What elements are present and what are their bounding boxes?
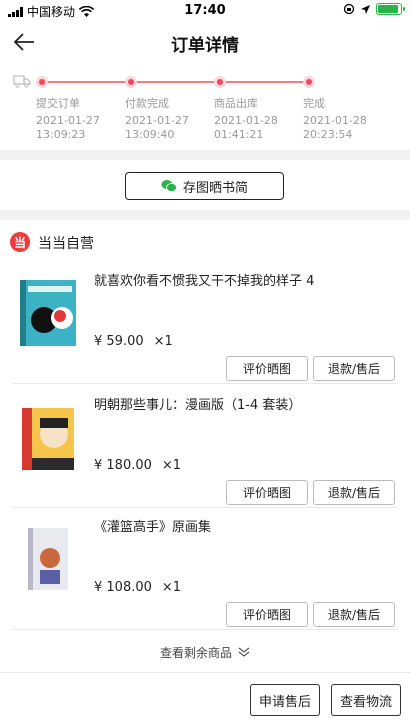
step-timestamp: 2021-01-28 20:23:54 [303,114,367,141]
item-quantity: ×1 [161,580,182,595]
save-image-label: 存图晒书简 [182,180,248,196]
review-button[interactable]: 评价晒图 [226,356,308,381]
book-cover-image[interactable] [16,522,80,596]
rotation-lock-icon [343,3,355,15]
item-divider [12,629,398,630]
refund-button[interactable]: 退款/售后 [313,480,395,505]
double-chevron-down-icon [238,647,250,657]
step-dot [303,76,315,88]
status-right [343,3,405,15]
item-title[interactable]: 《灌篮高手》原画集 [94,519,394,537]
item-title[interactable]: 就喜欢你看不惯我又干不掉我的样子 4 [94,273,394,291]
step-label: 完成 [303,97,325,110]
step-label: 提交订单 [36,97,80,110]
page-title: 订单详情 [171,36,239,56]
view-more-button[interactable]: 查看剩余商品 [0,636,410,668]
section-divider [0,150,410,160]
review-button[interactable]: 评价晒图 [226,602,308,627]
item-quantity: ×1 [153,334,173,349]
apply-after-sale-button[interactable]: 申请售后 [250,684,320,716]
refund-button[interactable]: 退款/售后 [313,602,395,627]
shop-logo-icon: 当 [10,232,30,252]
step-timestamp: 2021-01-27 13:09:23 [36,114,100,141]
review-button[interactable]: 评价晒图 [226,480,308,505]
nav-bar: 订单详情 [0,22,410,62]
book-cover-image[interactable] [16,400,80,474]
step-dot [36,76,48,88]
order-item: 《灌篮高手》原画集 ¥ 108.00 ×1 评价晒图 退款/售后 [0,508,410,630]
bottom-divider [0,672,410,673]
status-bar: 中国移动 17:40 [0,0,410,22]
item-price: ¥ 108.00 ×1 [94,580,182,595]
step-label: 付款完成 [125,97,169,110]
item-title[interactable]: 明朝那些事儿：漫画版（1-4 套装） [94,397,394,415]
item-price: ¥ 180.00 ×1 [94,458,182,473]
wechat-icon [161,180,177,192]
view-logistics-button[interactable]: 查看物流 [331,684,401,716]
order-progress: 提交订单 付款完成 商品出库 完成 2021-01-27 13:09:23 202… [0,62,410,150]
step-dot [214,76,226,88]
item-divider [12,383,398,384]
location-icon [361,4,370,14]
order-item: 明朝那些事儿：漫画版（1-4 套装） ¥ 180.00 ×1 评价晒图 退款/售后 [0,386,410,508]
step-dot [125,76,137,88]
view-more-label: 查看剩余商品 [159,645,232,660]
order-item: 就喜欢你看不惯我又干不掉我的样子 4 ¥ 59.00 ×1 评价晒图 退款/售后 [0,262,410,384]
battery-icon [376,3,405,15]
book-cover-image[interactable] [16,276,80,350]
section-divider [0,210,410,220]
step-timestamp: 2021-01-27 13:09:40 [125,114,189,141]
truck-icon [13,75,31,88]
share-section: 存图晒书简 [0,160,410,210]
save-image-button[interactable]: 存图晒书简 [125,172,284,200]
item-price: ¥ 59.00 ×1 [94,334,173,349]
item-quantity: ×1 [161,458,182,473]
refund-button[interactable]: 退款/售后 [313,356,395,381]
progress-line [42,81,310,83]
step-label: 商品出库 [214,97,258,110]
shop-header: 当 当当自营 [0,222,410,262]
step-timestamp: 2021-01-28 01:41:21 [214,114,278,141]
shop-name: 当当自营 [38,236,94,252]
